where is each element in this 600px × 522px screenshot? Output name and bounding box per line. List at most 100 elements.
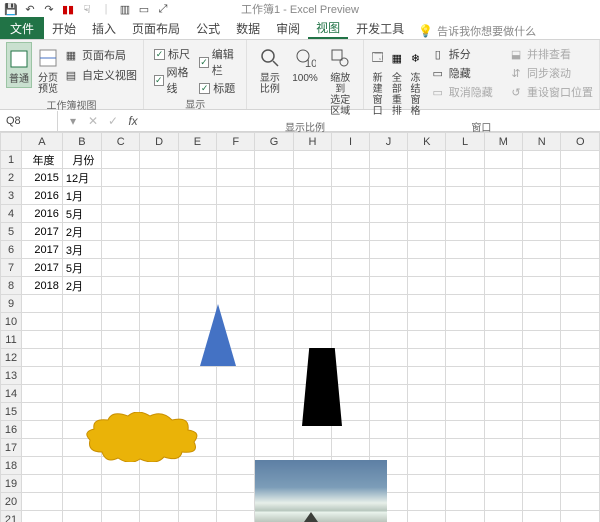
cell[interactable] <box>370 241 408 259</box>
cell[interactable]: 5月 <box>62 259 101 277</box>
row-header[interactable]: 5 <box>1 223 22 241</box>
cell[interactable] <box>370 223 408 241</box>
cell[interactable] <box>561 205 600 223</box>
formula-bar-checkbox[interactable]: ✓编辑栏 <box>199 46 236 78</box>
split-button[interactable]: ▯拆分 <box>431 45 493 63</box>
cell[interactable] <box>370 295 408 313</box>
row-header[interactable]: 7 <box>1 259 22 277</box>
cell[interactable] <box>561 187 600 205</box>
cell[interactable] <box>408 439 446 457</box>
cell[interactable] <box>22 349 63 367</box>
row-header[interactable]: 1 <box>1 151 22 169</box>
cell[interactable] <box>217 151 255 169</box>
row-header[interactable]: 4 <box>1 205 22 223</box>
cell[interactable] <box>484 475 523 493</box>
zoom-button[interactable]: 显示比例 <box>253 42 286 97</box>
cell[interactable] <box>217 493 255 511</box>
cell[interactable] <box>293 151 331 169</box>
col-header[interactable]: O <box>561 133 600 151</box>
cell[interactable] <box>22 475 63 493</box>
cell[interactable] <box>178 205 216 223</box>
cell[interactable] <box>523 151 561 169</box>
cell[interactable] <box>523 169 561 187</box>
cell[interactable] <box>140 385 178 403</box>
cell[interactable] <box>561 313 600 331</box>
redo-icon[interactable]: ↷ <box>42 2 56 16</box>
cell[interactable] <box>255 205 293 223</box>
sync-scroll-button[interactable]: ⇵同步滚动 <box>509 64 593 82</box>
cell[interactable] <box>484 241 523 259</box>
cell[interactable] <box>140 331 178 349</box>
cell[interactable] <box>446 403 484 421</box>
cell[interactable] <box>102 223 140 241</box>
cell[interactable] <box>446 457 484 475</box>
cell[interactable]: 3月 <box>62 241 101 259</box>
cell[interactable] <box>62 385 101 403</box>
cell[interactable] <box>255 277 293 295</box>
cell[interactable] <box>293 277 331 295</box>
cell[interactable] <box>255 367 293 385</box>
cell[interactable] <box>561 295 600 313</box>
cell[interactable] <box>523 277 561 295</box>
cell[interactable] <box>62 475 101 493</box>
cell[interactable]: 2017 <box>22 223 63 241</box>
cell[interactable] <box>217 367 255 385</box>
cell[interactable] <box>446 169 484 187</box>
cell[interactable] <box>178 259 216 277</box>
cell[interactable] <box>561 223 600 241</box>
page-break-button[interactable]: 分页 预览 <box>36 42 60 97</box>
cell[interactable] <box>217 403 255 421</box>
cell[interactable] <box>446 475 484 493</box>
cell[interactable] <box>484 331 523 349</box>
cell[interactable] <box>408 313 446 331</box>
cell[interactable] <box>446 367 484 385</box>
row-header[interactable]: 10 <box>1 313 22 331</box>
cell[interactable] <box>62 367 101 385</box>
cell[interactable] <box>332 169 370 187</box>
cell[interactable]: 5月 <box>62 205 101 223</box>
cell[interactable] <box>370 331 408 349</box>
cell[interactable] <box>178 277 216 295</box>
cell[interactable] <box>446 439 484 457</box>
cell[interactable] <box>446 295 484 313</box>
name-box[interactable]: Q8 <box>0 111 58 131</box>
cell[interactable]: 2016 <box>22 187 63 205</box>
row-header[interactable]: 15 <box>1 403 22 421</box>
cell[interactable] <box>178 385 216 403</box>
ruler-checkbox[interactable]: ✓标尺 <box>154 46 191 62</box>
cell[interactable] <box>446 241 484 259</box>
cell[interactable]: 年度 <box>22 151 63 169</box>
cell[interactable] <box>484 421 523 439</box>
cell[interactable] <box>178 169 216 187</box>
cell[interactable]: 1月 <box>62 187 101 205</box>
cell[interactable] <box>446 187 484 205</box>
cell[interactable] <box>370 259 408 277</box>
cell[interactable] <box>561 367 600 385</box>
cell[interactable] <box>332 223 370 241</box>
row-header[interactable]: 13 <box>1 367 22 385</box>
zoom-100-button[interactable]: 100 100% <box>290 42 320 86</box>
cell[interactable] <box>561 493 600 511</box>
cell[interactable] <box>293 205 331 223</box>
cell[interactable] <box>102 367 140 385</box>
cell[interactable] <box>408 223 446 241</box>
cell[interactable] <box>255 403 293 421</box>
normal-view-button[interactable]: 普通 <box>6 42 32 88</box>
cell[interactable] <box>370 151 408 169</box>
cell[interactable] <box>217 187 255 205</box>
gridlines-checkbox[interactable]: ✓网格线 <box>154 64 191 96</box>
cell[interactable] <box>332 439 370 457</box>
cell[interactable]: 2017 <box>22 259 63 277</box>
cell[interactable] <box>217 169 255 187</box>
cell[interactable] <box>178 187 216 205</box>
cell[interactable] <box>217 259 255 277</box>
cell[interactable] <box>255 439 293 457</box>
cell[interactable] <box>408 493 446 511</box>
cell[interactable] <box>178 493 216 511</box>
col-header[interactable]: E <box>178 133 216 151</box>
cell[interactable] <box>484 403 523 421</box>
cell[interactable] <box>102 205 140 223</box>
save-icon[interactable]: 💾 <box>4 2 18 16</box>
cell[interactable] <box>217 421 255 439</box>
col-header[interactable]: F <box>217 133 255 151</box>
